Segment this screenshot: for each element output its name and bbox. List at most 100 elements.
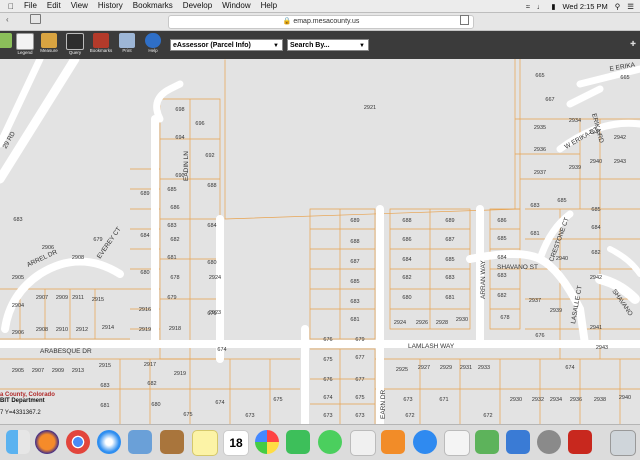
layer-select[interactable]: eAssessor (Parcel Info) ▼ (170, 39, 283, 51)
volume-icon[interactable]: ♩ (537, 2, 545, 11)
menu-item-window[interactable]: Window (222, 0, 250, 12)
back-icon[interactable]: ‹ (6, 15, 9, 24)
query-button[interactable]: Query (63, 33, 87, 57)
help-icon (145, 33, 161, 48)
expand-icon[interactable]: ✚ (630, 40, 636, 48)
parcel-number: 2919 (139, 327, 151, 333)
parcel-number: 2939 (550, 308, 562, 314)
menu-item-develop[interactable]: Develop (183, 0, 212, 12)
parcel-number: 683 (445, 275, 454, 281)
sidebar-icon[interactable] (30, 14, 41, 24)
lock-icon: 🔒 (282, 18, 292, 25)
notes-icon[interactable] (192, 430, 218, 456)
menu-item-view[interactable]: View (71, 0, 88, 12)
parcel-number: 2924 (394, 320, 406, 326)
parcel-number: 2925 (396, 367, 408, 373)
parcel-number: 685 (350, 279, 359, 285)
facetime-icon[interactable] (286, 430, 310, 454)
dock: 18 (0, 424, 640, 460)
parcel-number: 665 (535, 73, 544, 79)
parcel-number: 2933 (478, 365, 490, 371)
parcel-number: 684 (402, 257, 411, 263)
help-button[interactable]: Help (141, 33, 165, 57)
parcel-number: 2906 (12, 330, 24, 336)
menu-item-help[interactable]: Help (261, 0, 277, 12)
parcel-number: 680 (207, 260, 216, 266)
parcel-number: 2931 (460, 365, 472, 371)
parcel-number: 684 (591, 225, 600, 231)
chrome-icon[interactable] (66, 430, 90, 454)
trash-icon[interactable] (610, 430, 636, 456)
wifi-icon[interactable]: ≈ (526, 2, 530, 11)
parcel-number: 2942 (614, 135, 626, 141)
street-label: ARRAN WAY (480, 260, 487, 299)
appstore-icon[interactable] (413, 430, 437, 454)
app-toolbar: Legend Measure Query Bookmarks Print Hel… (0, 31, 640, 59)
photo-booth-icon[interactable] (350, 430, 376, 456)
menu-item-history[interactable]: History (98, 0, 123, 12)
legend-button[interactable]: Legend (13, 33, 37, 57)
parcel-map[interactable]: 2921 698696694692 690688686684 682680678… (0, 59, 640, 424)
books-icon[interactable] (381, 430, 405, 454)
menu-item-file[interactable]: File (24, 0, 37, 12)
textedit-icon[interactable] (444, 430, 470, 456)
parcel-number: 676 (323, 337, 332, 343)
parcel-number: 674 (217, 347, 226, 353)
safari-icon[interactable] (97, 430, 121, 454)
parcel-number: 682 (591, 250, 600, 256)
parcel-number: 677 (355, 377, 364, 383)
firefox-icon[interactable] (35, 430, 59, 454)
battery-icon[interactable]: ▮ (551, 2, 555, 11)
messages-icon[interactable] (318, 430, 342, 454)
parcel-number: 674 (323, 395, 332, 401)
finder-icon[interactable] (6, 430, 30, 454)
parcel-number: 686 (497, 218, 506, 224)
parcel-number: 2943 (614, 159, 626, 165)
bookmarks-button[interactable]: Bookmarks (89, 33, 113, 57)
parcel-number: 681 (530, 231, 539, 237)
parcel-number: 667 (545, 97, 554, 103)
clock[interactable]: Wed 2:15 PM (562, 2, 607, 11)
acrobat-icon[interactable] (568, 430, 592, 454)
street-label: LAMLASH WAY (408, 343, 455, 350)
parcel-number: 688 (350, 239, 359, 245)
keynote-icon[interactable] (506, 430, 530, 454)
parcel-number: 2911 (72, 295, 84, 301)
parcel-number: 684 (140, 233, 149, 239)
parcel-number: 679 (167, 295, 176, 301)
print-button[interactable]: Print (115, 33, 139, 57)
parcel-number: 674 (565, 365, 574, 371)
parcel-number: 685 (167, 187, 176, 193)
parcel-number: 2940 (590, 159, 602, 165)
parcel-number: 683 (350, 299, 359, 305)
parcel-number: 2912 (76, 327, 88, 333)
parcel-number: 2904 (12, 303, 24, 309)
search-icon[interactable]: ⚲ (615, 2, 621, 11)
notification-center-icon[interactable]: ☰ (627, 2, 634, 11)
calendar-icon[interactable]: 18 (223, 430, 249, 456)
address-bar[interactable]: 🔒 emap.mesacounty.us (168, 15, 474, 29)
parcel-number: 2942 (590, 275, 602, 281)
preview-icon[interactable] (128, 430, 152, 454)
menu-item-bookmarks[interactable]: Bookmarks (133, 0, 173, 12)
parcel-number: 679 (93, 237, 102, 243)
numbers-icon[interactable] (475, 430, 499, 454)
search-by-select[interactable]: Search By... ▼ (287, 39, 369, 51)
apple-menu-icon[interactable]:  (8, 2, 14, 11)
parcel-number: 672 (483, 413, 492, 419)
street-label: ARABESQUE DR (40, 348, 92, 355)
share-icon[interactable] (460, 15, 469, 25)
measure-button[interactable]: Measure (37, 33, 61, 57)
parcel-number: 694 (175, 135, 184, 141)
parcel-number: 677 (355, 355, 364, 361)
street-label: SHAVANO ST (497, 264, 538, 271)
photos-icon[interactable] (255, 430, 279, 454)
street-label: EARN DR (380, 389, 387, 419)
contacts-icon[interactable] (160, 430, 184, 454)
parcel-number: 2921 (364, 105, 376, 111)
menu-item-edit[interactable]: Edit (47, 0, 61, 12)
parcel-number: 683 (167, 223, 176, 229)
parcel-number: 2908 (36, 327, 48, 333)
parcel-number: 2907 (36, 295, 48, 301)
preferences-icon[interactable] (537, 430, 561, 454)
